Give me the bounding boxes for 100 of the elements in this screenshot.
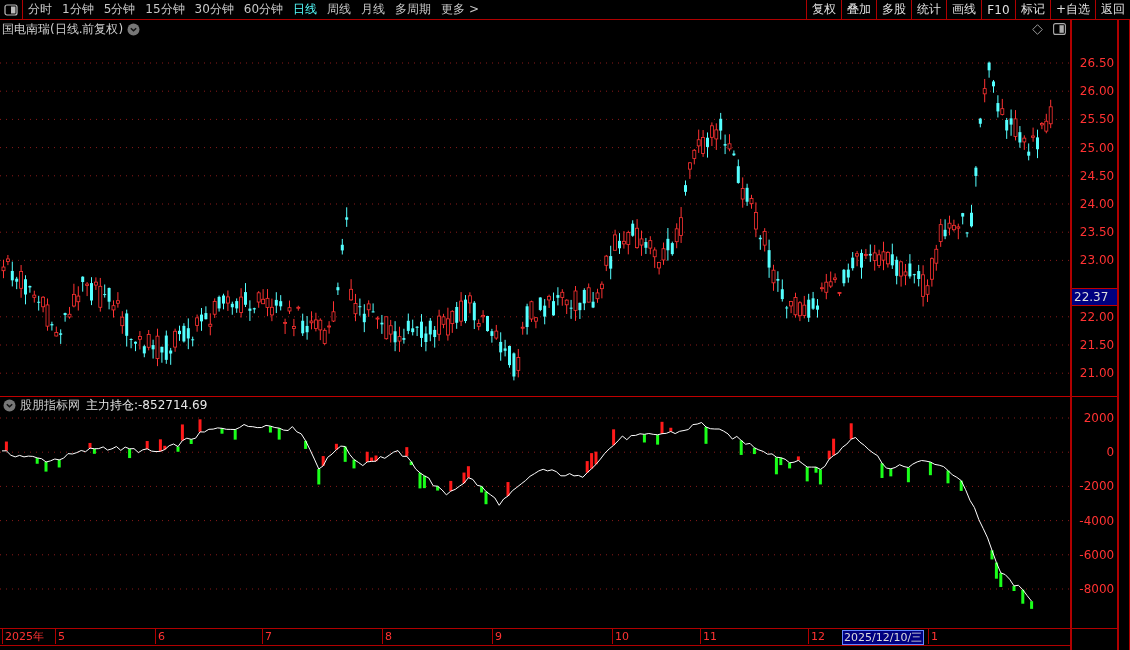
price-tick-label: 23.50 <box>1079 224 1115 241</box>
period-tab[interactable]: 1分钟 <box>57 0 99 19</box>
indicator-bar <box>277 428 281 440</box>
period-tab[interactable]: 15分钟 <box>140 0 190 19</box>
period-tab[interactable]: 月线 <box>356 0 391 19</box>
indicator-bar <box>1012 585 1016 591</box>
indicator-bar <box>739 440 743 455</box>
indicator-bar <box>642 434 646 443</box>
price-tick-label: 26.00 <box>1079 83 1115 100</box>
panel-toggle-icon[interactable] <box>1053 23 1066 35</box>
indicator-bar <box>334 443 338 450</box>
period-tab[interactable]: 周线 <box>322 0 357 19</box>
indicator-bar <box>436 486 440 491</box>
indicator-bar <box>788 462 792 469</box>
date-label: 8 <box>382 629 392 644</box>
indicator-bar <box>889 468 893 477</box>
indicator-bar <box>405 447 409 457</box>
price-tick-label: 25.00 <box>1079 139 1115 156</box>
chart-title: 国电南瑞(日线.前复权) <box>2 20 124 38</box>
indicator-tick-label: -2000 <box>1079 478 1115 495</box>
indicator-name: 股朋指标网 <box>20 396 80 414</box>
price-tick-label: 26.50 <box>1079 55 1115 71</box>
indicator-bar <box>35 457 39 464</box>
cursor-date-label: 2025/12/10/三 <box>842 630 925 645</box>
price-tick-label: 25.50 <box>1079 111 1115 128</box>
indicator-tick-label: -6000 <box>1079 546 1115 563</box>
indicator-tick-label: 0 <box>1106 444 1115 461</box>
dropdown-icon[interactable] <box>127 22 141 36</box>
indicator-tick-label: 2000 <box>1083 410 1115 426</box>
indicator-bar <box>145 441 149 449</box>
toolbar-button[interactable]: 返回 <box>1095 0 1130 19</box>
date-label: 2025年 <box>2 629 44 644</box>
price-tick-label: 24.50 <box>1079 167 1115 184</box>
toolbar-button[interactable]: 画线 <box>945 0 981 19</box>
date-label: 10 <box>612 629 629 644</box>
period-tab[interactable]: 更多 > <box>436 0 484 19</box>
period-tab[interactable]: 分时 <box>23 0 57 19</box>
indicator-bar <box>343 446 347 462</box>
indicator-bar <box>959 480 963 491</box>
toolbar-button[interactable]: 叠加 <box>840 0 876 19</box>
toolbar-button[interactable]: 标记 <box>1014 0 1050 19</box>
indicator-bar <box>880 463 884 478</box>
toolbar-button[interactable]: 统计 <box>910 0 946 19</box>
indicator-bar <box>198 419 202 432</box>
indicator-bar <box>180 424 184 441</box>
toolbar-button[interactable]: 复权 <box>805 0 841 19</box>
indicator-bar <box>176 446 180 452</box>
period-tab[interactable]: 5分钟 <box>98 0 141 19</box>
indicator-bar <box>506 482 510 496</box>
period-tab[interactable]: 日线 <box>288 0 323 19</box>
indicator-bar <box>796 456 800 461</box>
period-tab[interactable]: 30分钟 <box>189 0 239 19</box>
indicator-tick-label: -8000 <box>1079 581 1115 597</box>
date-label: 7 <box>262 629 272 644</box>
indicator-bar <box>612 429 616 446</box>
indicator-bar <box>849 423 853 440</box>
indicator-bar <box>189 439 193 444</box>
current-price-label: 22.37 <box>1072 287 1118 306</box>
indicator-bar <box>752 447 756 455</box>
date-label: 6 <box>155 629 165 644</box>
indicator-bar <box>669 427 673 432</box>
indicator-bar <box>990 550 994 560</box>
indicator-bar <box>128 448 132 459</box>
indicator-bar <box>409 461 413 466</box>
indicator-bar <box>928 462 932 476</box>
price-tick-label: 21.00 <box>1079 365 1115 382</box>
indicator-bar <box>321 456 325 466</box>
toolbar-button[interactable]: F10 <box>980 0 1015 19</box>
indicator-bar <box>805 467 809 482</box>
price-tick-label: 21.50 <box>1079 337 1115 353</box>
indicator-bar <box>1030 601 1034 609</box>
period-tab[interactable]: 60分钟 <box>238 0 289 19</box>
toolbar-button[interactable]: 多股 <box>875 0 911 19</box>
indicator-tick-label: -4000 <box>1079 512 1115 529</box>
indicator-bar <box>44 461 48 472</box>
diamond-icon[interactable] <box>1032 23 1043 35</box>
indicator-bar <box>946 470 950 484</box>
indicator-bar <box>233 429 237 440</box>
period-tab[interactable]: 多周期 <box>390 0 437 19</box>
indicator-bar <box>4 441 8 451</box>
price-tick-label: 24.00 <box>1079 196 1115 212</box>
date-label: 12 <box>808 629 825 644</box>
indicator-bar <box>1021 589 1025 604</box>
price-tick-label: 22.00 <box>1079 308 1115 325</box>
collapse-icon[interactable] <box>3 398 16 412</box>
indicator-bar <box>57 459 61 468</box>
indicator-value: 主力持仓:-852714.69 <box>86 396 208 414</box>
date-label: 9 <box>492 629 502 644</box>
indicator-bar <box>449 480 453 492</box>
date-label: 1 <box>928 629 938 644</box>
indicator-bar <box>220 428 224 434</box>
indicator-bar <box>704 426 708 444</box>
date-label: 11 <box>700 629 717 644</box>
panel-toggle-icon[interactable] <box>4 3 18 16</box>
indicator-bar <box>304 440 308 449</box>
indicator-bar <box>317 469 321 485</box>
indicator-bar <box>352 459 356 469</box>
indicator-bar <box>268 426 272 433</box>
toolbar-button[interactable]: +自选 <box>1049 0 1095 19</box>
indicator-bar <box>906 467 910 483</box>
